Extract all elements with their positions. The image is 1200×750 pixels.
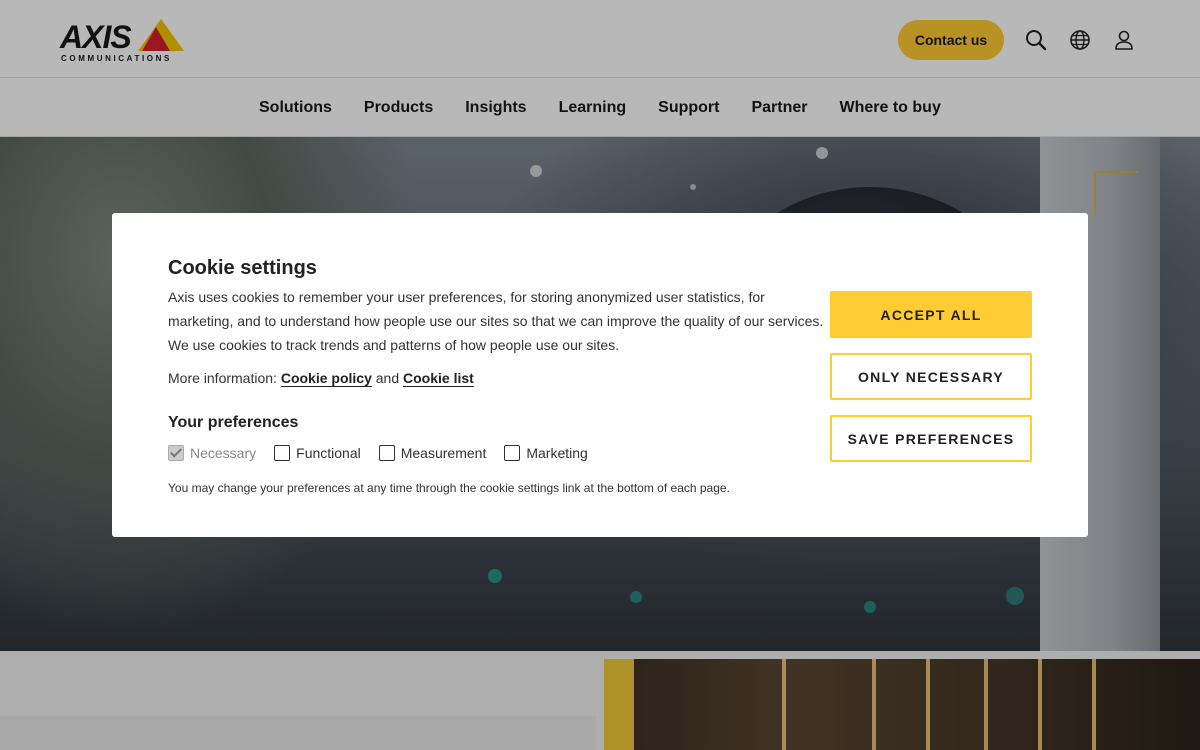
cookie-dialog-title: Cookie settings xyxy=(168,257,317,279)
pref-necessary: Necessary xyxy=(168,445,256,461)
accept-all-button[interactable]: ACCEPT ALL xyxy=(830,291,1032,338)
preferences-checkbox-group: Necessary Functional Measurement Marketi… xyxy=(168,444,606,462)
measurement-label[interactable]: Measurement xyxy=(401,445,487,461)
necessary-label: Necessary xyxy=(190,445,257,461)
preferences-title: Your preferences xyxy=(168,414,299,431)
cookie-policy-link[interactable]: Cookie policy xyxy=(281,370,372,386)
pref-measurement[interactable]: Measurement xyxy=(378,445,487,461)
marketing-checkbox[interactable] xyxy=(504,445,521,461)
pref-functional[interactable]: Functional xyxy=(274,445,361,461)
cookie-settings-dialog: Cookie settings Axis uses cookies to rem… xyxy=(112,213,1088,537)
more-info-prefix: More information: xyxy=(168,370,277,386)
functional-checkbox[interactable] xyxy=(274,445,291,461)
only-necessary-button[interactable]: ONLY NECESSARY xyxy=(830,353,1032,400)
cookie-description: Axis uses cookies to remember your user … xyxy=(168,289,824,353)
save-preferences-button[interactable]: SAVE PREFERENCES xyxy=(830,415,1032,462)
necessary-checkbox xyxy=(168,445,184,461)
pref-marketing[interactable]: Marketing xyxy=(504,445,588,461)
more-information: More information: Cookie policy and Cook… xyxy=(168,366,474,390)
cookie-list-link[interactable]: Cookie list xyxy=(403,370,474,386)
marketing-label[interactable]: Marketing xyxy=(526,445,587,461)
preferences-note: You may change your preferences at any t… xyxy=(168,481,730,495)
functional-label[interactable]: Functional xyxy=(296,445,361,461)
measurement-checkbox[interactable] xyxy=(378,445,395,461)
and-text: and xyxy=(375,370,400,386)
